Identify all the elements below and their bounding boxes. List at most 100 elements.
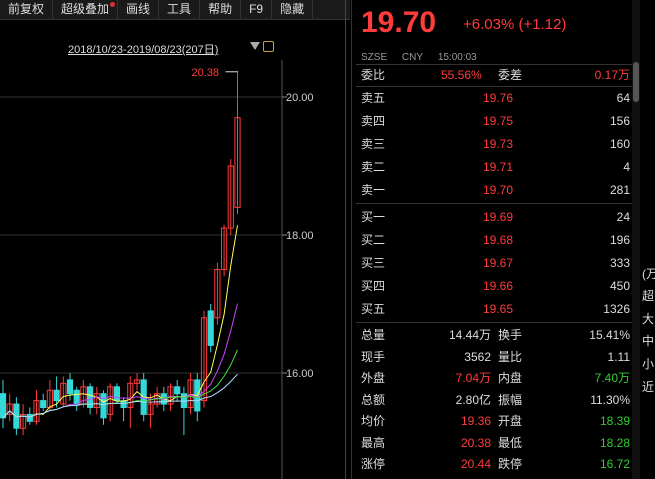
y-tick-label: 20.00 — [286, 92, 314, 104]
level-price: 19.66 — [483, 279, 514, 293]
candle-body — [40, 400, 47, 409]
stat-label: 总量 — [361, 328, 386, 342]
stat-value: 7.40万 — [594, 371, 630, 385]
scrollbar-thumb[interactable] — [633, 62, 639, 102]
level-price: 19.67 — [483, 256, 514, 270]
stat-label: 均价 — [361, 414, 386, 428]
side-panel-label: 大 — [642, 312, 655, 326]
toolbar-item[interactable]: 帮助 — [200, 0, 242, 19]
stat-value: 15.41% — [589, 328, 630, 342]
lock-icon[interactable] — [263, 41, 274, 52]
webi-label: 委比 — [361, 68, 386, 82]
stat-value: 20.38 — [460, 435, 491, 450]
candle-body — [26, 413, 33, 422]
level-price: 19.76 — [483, 91, 514, 105]
level-label: 卖二 — [361, 160, 386, 174]
high-marker-label: 20.38 — [192, 67, 220, 79]
level-label: 买五 — [361, 302, 386, 316]
level-label: 卖一 — [361, 183, 386, 197]
level-price: 19.71 — [483, 160, 514, 174]
y-tick-label: 16.00 — [286, 368, 314, 380]
kline-chart[interactable]: 20.00 18.00 16.00 20.38 2018/10/23-2019/08/… — [0, 20, 350, 479]
side-panel-edge — [640, 0, 655, 479]
order-book-row: 卖一 19.70 281 — [356, 179, 632, 201]
stat-row: 总量 14.44万 换手 15.41% — [356, 324, 632, 346]
side-panel-label: (万 — [642, 267, 655, 281]
order-book-row: 卖四 19.75 156 — [356, 110, 632, 132]
last-price: 19.70 — [361, 6, 437, 39]
webi-value: 55.56% — [441, 68, 482, 82]
toolbar-item[interactable]: 超级叠加 — [53, 0, 119, 19]
stat-value: 11.30% — [590, 392, 630, 407]
stat-value: 19.36 — [460, 414, 491, 428]
order-book-row: 买四 19.66 450 — [356, 275, 632, 297]
level-volume: 333 — [609, 256, 630, 270]
order-book-row: 卖五 19.76 64 — [356, 87, 632, 109]
level-volume: 64 — [616, 91, 630, 105]
level-label: 买四 — [361, 279, 386, 293]
stat-row: 涨停 20.44 跌停 16.72 — [356, 453, 632, 475]
weicha-label: 委差 — [498, 68, 523, 82]
side-panel-label: 超 — [642, 289, 655, 303]
candle-body — [174, 386, 181, 395]
y-tick-label: 18.00 — [286, 230, 314, 242]
stat-value: 1.11 — [607, 349, 630, 364]
exchange-label: SZSE — [361, 52, 388, 63]
toolbar-item[interactable]: F9 — [241, 0, 273, 19]
stat-row: 最高 20.38 最低 18.28 — [356, 432, 632, 454]
ma5-line — [2, 225, 238, 419]
level-volume: 1326 — [603, 302, 630, 316]
stat-value: 16.72 — [599, 457, 630, 471]
level-label: 买三 — [361, 256, 386, 270]
dropdown-arrow-icon[interactable] — [250, 42, 260, 50]
stat-label: 跌停 — [498, 457, 523, 471]
stat-value: 7.04万 — [455, 371, 491, 385]
side-panel-label: 中 — [642, 334, 655, 348]
divider — [351, 0, 352, 479]
candle-body — [100, 393, 107, 419]
stat-row: 外盘 7.04万 内盘 7.40万 — [356, 367, 632, 389]
stat-value: 3562 — [464, 349, 491, 364]
level-volume: 196 — [609, 233, 630, 247]
level-volume: 160 — [609, 137, 630, 151]
stat-label: 总额 — [361, 392, 386, 407]
order-book-row: 买五 19.65 1326 — [356, 298, 632, 320]
weicha-value: 0.17万 — [594, 68, 630, 82]
divider — [345, 0, 346, 479]
level-label: 卖四 — [361, 114, 386, 128]
level-volume: 4 — [623, 160, 630, 174]
side-panel-label: 小 — [642, 357, 655, 371]
level-volume: 24 — [616, 210, 630, 224]
level-label: 买二 — [361, 233, 386, 247]
candle-body — [113, 386, 121, 402]
stat-row: 均价 19.36 开盘 18.39 — [356, 410, 632, 432]
stat-label: 最高 — [361, 435, 386, 450]
side-panel-label: 近 — [642, 380, 655, 394]
stat-value: 18.28 — [599, 435, 630, 450]
candle-body — [66, 379, 74, 395]
stat-value: 2.80亿 — [455, 392, 491, 407]
date-range-label[interactable]: 2018/10/23-2019/08/23(207日) — [68, 41, 218, 57]
level-volume: 450 — [609, 279, 630, 293]
ma20-line — [2, 349, 238, 419]
level-label: 买一 — [361, 210, 386, 224]
toolbar-item[interactable]: 画线 — [118, 0, 160, 19]
divider — [356, 322, 632, 323]
candle-body — [53, 389, 60, 402]
stat-label: 现手 — [361, 349, 386, 364]
notification-dot-icon — [110, 2, 116, 7]
stat-label: 量比 — [498, 349, 523, 364]
level-price: 19.75 — [483, 114, 514, 128]
divider — [356, 203, 632, 204]
level-price: 19.65 — [483, 302, 514, 316]
stat-label: 开盘 — [498, 414, 523, 428]
stat-label: 内盘 — [498, 371, 523, 385]
order-book-row: 卖三 19.73 160 — [356, 133, 632, 155]
level-price: 19.70 — [483, 183, 514, 197]
toolbar-item[interactable]: 工具 — [159, 0, 201, 19]
chart-toolbar: 前复权 超级叠加 画线 工具 帮助 F9 隐藏 — [0, 0, 350, 20]
toolbar-item[interactable]: 前复权 — [0, 0, 54, 19]
toolbar-item[interactable]: 隐藏 — [272, 0, 314, 19]
candle-body — [0, 393, 7, 419]
quote-time: 15:00:03 — [437, 52, 477, 63]
